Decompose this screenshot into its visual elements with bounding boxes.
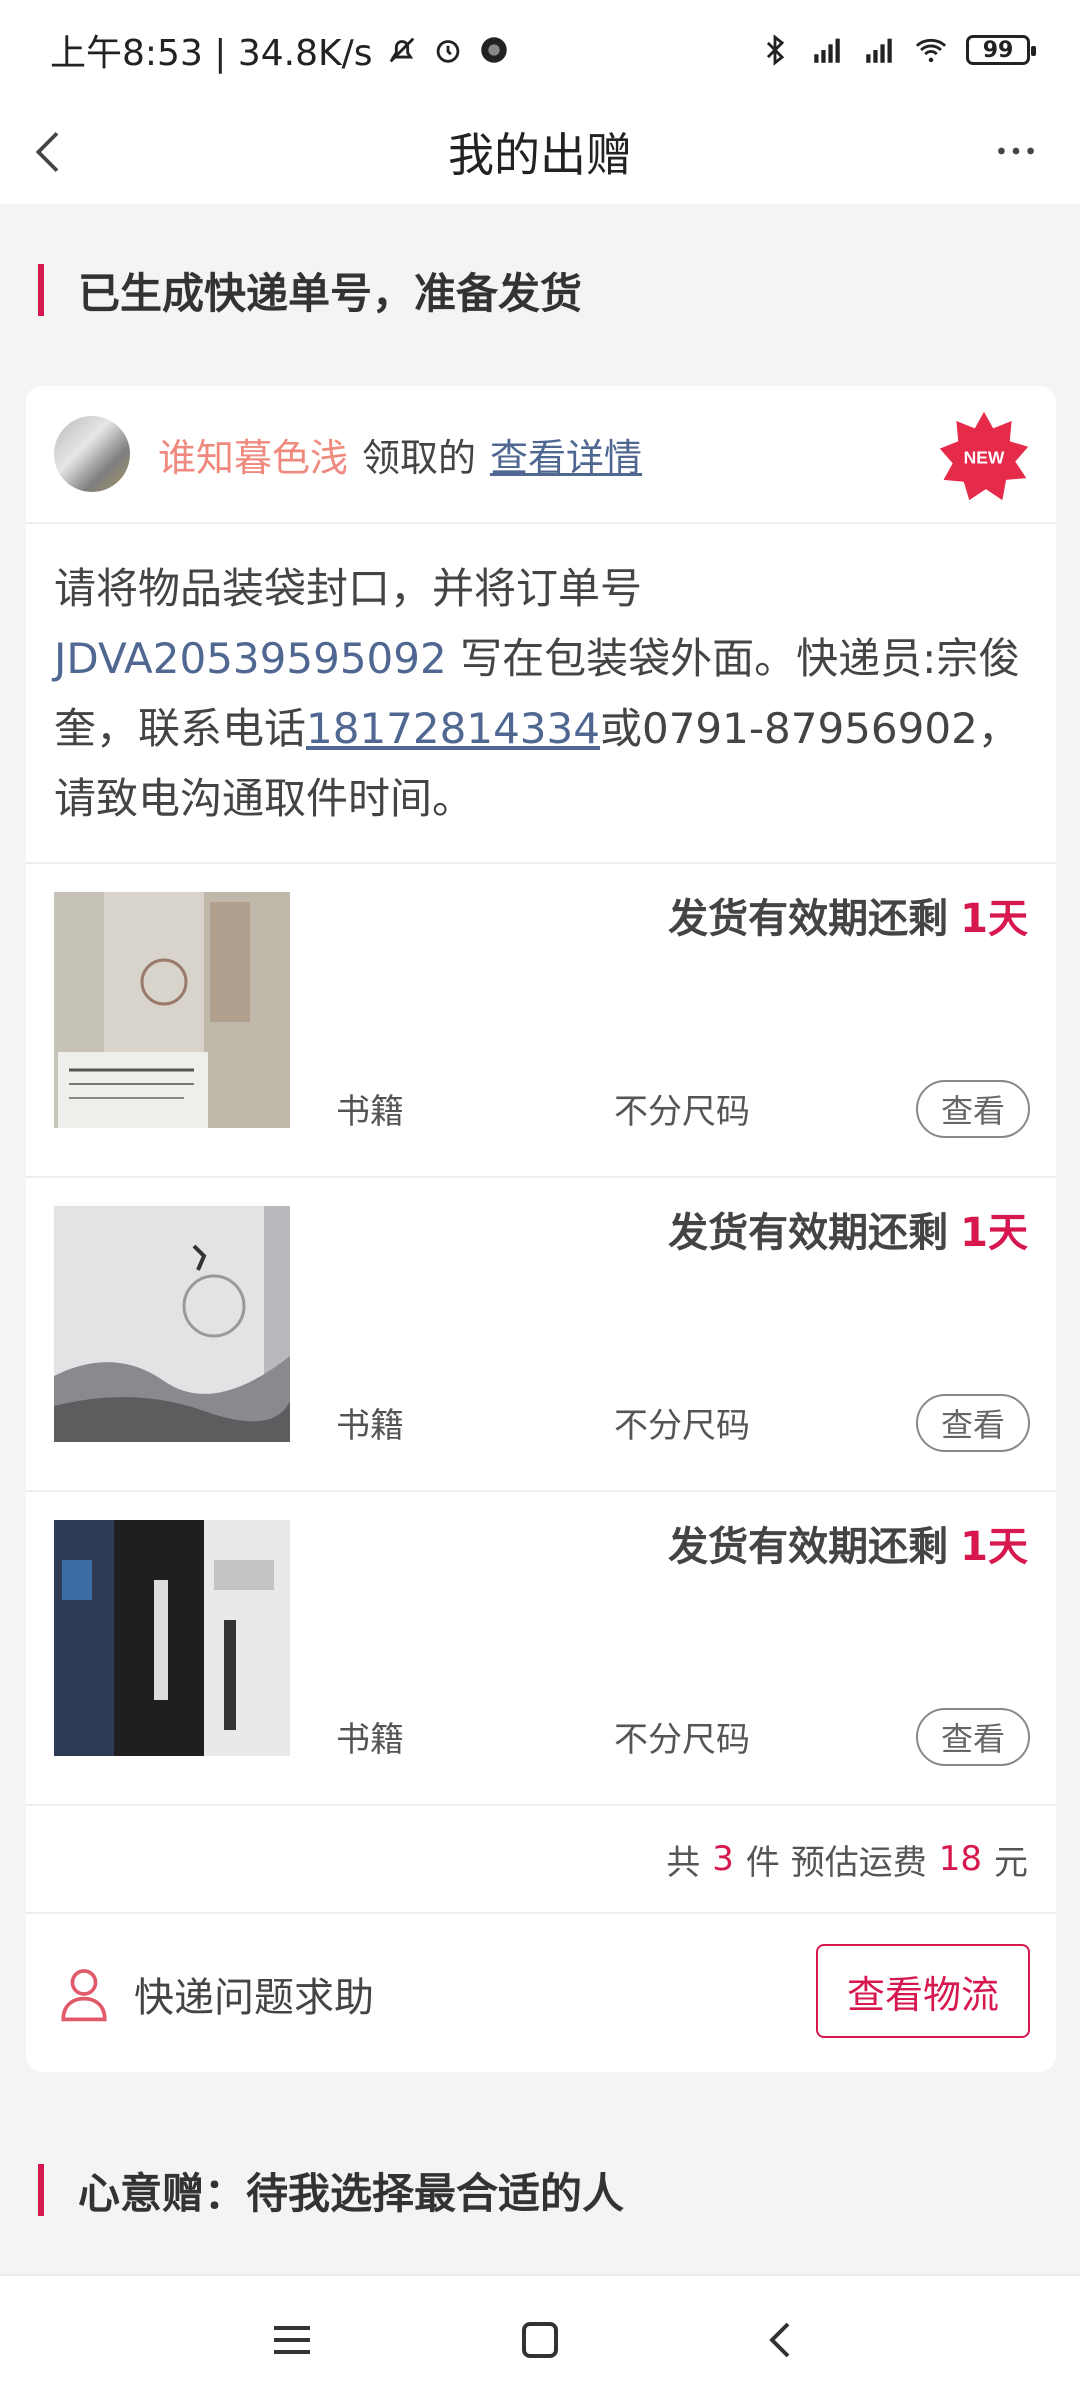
new-badge: NEW (939, 411, 1029, 501)
deadline-days: 1天 (960, 1524, 1028, 1570)
menu-icon[interactable] (268, 2316, 316, 2364)
donation-card: 谁知暮色浅 领取的 查看详情 NEW 请将物品装袋封口，并将订单号 JDVA20… (26, 386, 1056, 2072)
summary-prefix: 共 (666, 1842, 701, 1883)
ship-deadline: 发货有效期还剩 1天 (668, 1200, 1028, 1258)
deadline-label: 发货有效期还剩 (668, 1210, 949, 1256)
book-cover-image[interactable] (54, 892, 290, 1128)
signal-hd-icon (866, 38, 892, 63)
ship-deadline: 发货有效期还剩 1天 (668, 1514, 1028, 1572)
shipping-fee: 18 (938, 1839, 982, 1879)
status-bar: 上午8:53 | 34.8K/s 99 (0, 0, 1080, 100)
card-footer: 快递问题求助 查看物流 (26, 1914, 1056, 2072)
receiver-name[interactable]: 谁知暮色浅 (158, 427, 348, 482)
deadline-days: 1天 (960, 1210, 1028, 1256)
section-accent-bar (38, 2164, 44, 2216)
receive-text: 领取的 (362, 435, 477, 480)
item-category: 书籍 (336, 1406, 404, 1446)
item-row: 发货有效期还剩 1天 书籍 不分尺码 查看 (26, 1492, 1056, 1806)
deadline-label: 发货有效期还剩 (668, 896, 949, 942)
avatar[interactable] (54, 416, 130, 492)
chevron-left-icon[interactable] (22, 124, 78, 180)
notice-part1: 请将物品装袋封口，并将订单号 (54, 564, 643, 613)
section-title-shipping: 已生成快递单号，准备发货 (38, 262, 582, 318)
new-badge-text: NEW (964, 447, 1005, 467)
order-number: JDVA20539595092 (54, 634, 447, 683)
book-cover-image[interactable] (54, 1520, 290, 1756)
item-row: 发货有效期还剩 1天 书籍 不分尺码 查看 (26, 1178, 1056, 1492)
back-icon[interactable] (758, 2316, 806, 2364)
deadline-days: 1天 (960, 896, 1028, 942)
deadline-label: 发货有效期还剩 (668, 1524, 949, 1570)
item-count: 3 (712, 1839, 734, 1879)
card-header: 谁知暮色浅 领取的 查看详情 NEW (26, 386, 1056, 524)
courier-phone-link[interactable]: 18172814334 (306, 704, 600, 753)
view-item-button[interactable]: 查看 (916, 1708, 1030, 1766)
view-item-button[interactable]: 查看 (916, 1394, 1030, 1452)
bluetooth-icon (766, 34, 785, 66)
view-item-button[interactable]: 查看 (916, 1080, 1030, 1138)
wifi-icon (915, 38, 947, 63)
shipping-notice: 请将物品装袋封口，并将订单号 JDVA20539595092 写在包装袋外面。快… (26, 524, 1056, 864)
nav-bar: 我的出赠 (0, 100, 1080, 204)
order-summary: 共 3 件 预估运费 18 元 (26, 1806, 1056, 1914)
view-logistics-button[interactable]: 查看物流 (816, 1944, 1030, 2038)
item-size: 不分尺码 (614, 1406, 750, 1446)
battery-level: 99 (982, 37, 1014, 63)
item-row: 发货有效期还剩 1天 书籍 不分尺码 查看 (26, 864, 1056, 1178)
section-title-text: 已生成快递单号，准备发货 (78, 268, 583, 318)
battery-icon: 99 (966, 35, 1036, 65)
home-icon[interactable] (516, 2316, 564, 2364)
item-size: 不分尺码 (614, 1092, 750, 1132)
system-nav-bar (0, 2274, 1080, 2400)
summary-unit: 元 (994, 1842, 1028, 1883)
alarm-icon (436, 40, 459, 63)
book-cover-image[interactable] (54, 1206, 290, 1442)
item-size: 不分尺码 (614, 1720, 750, 1760)
section-accent-bar (38, 264, 44, 316)
item-category: 书籍 (336, 1092, 404, 1132)
summary-mid: 件 预估运费 (745, 1842, 927, 1883)
more-horizontal-icon[interactable] (988, 126, 1044, 176)
signal-hd-icon (814, 38, 840, 63)
app-dot-icon (480, 37, 507, 63)
page-title: 我的出赠 (448, 128, 632, 182)
view-detail-link[interactable]: 查看详情 (490, 427, 642, 482)
ship-deadline: 发货有效期还剩 1天 (668, 886, 1028, 944)
shipping-help-link[interactable]: 快递问题求助 (134, 1965, 374, 2023)
user-icon[interactable] (56, 1964, 112, 2024)
section-title-gift: 心意赠：待我选择最合适的人 (38, 2162, 624, 2218)
status-time-speed: 上午8:53 | 34.8K/s (50, 33, 373, 74)
section-title-text: 心意赠：待我选择最合适的人 (78, 2168, 625, 2218)
bell-off-icon (389, 37, 414, 63)
item-category: 书籍 (336, 1720, 404, 1760)
